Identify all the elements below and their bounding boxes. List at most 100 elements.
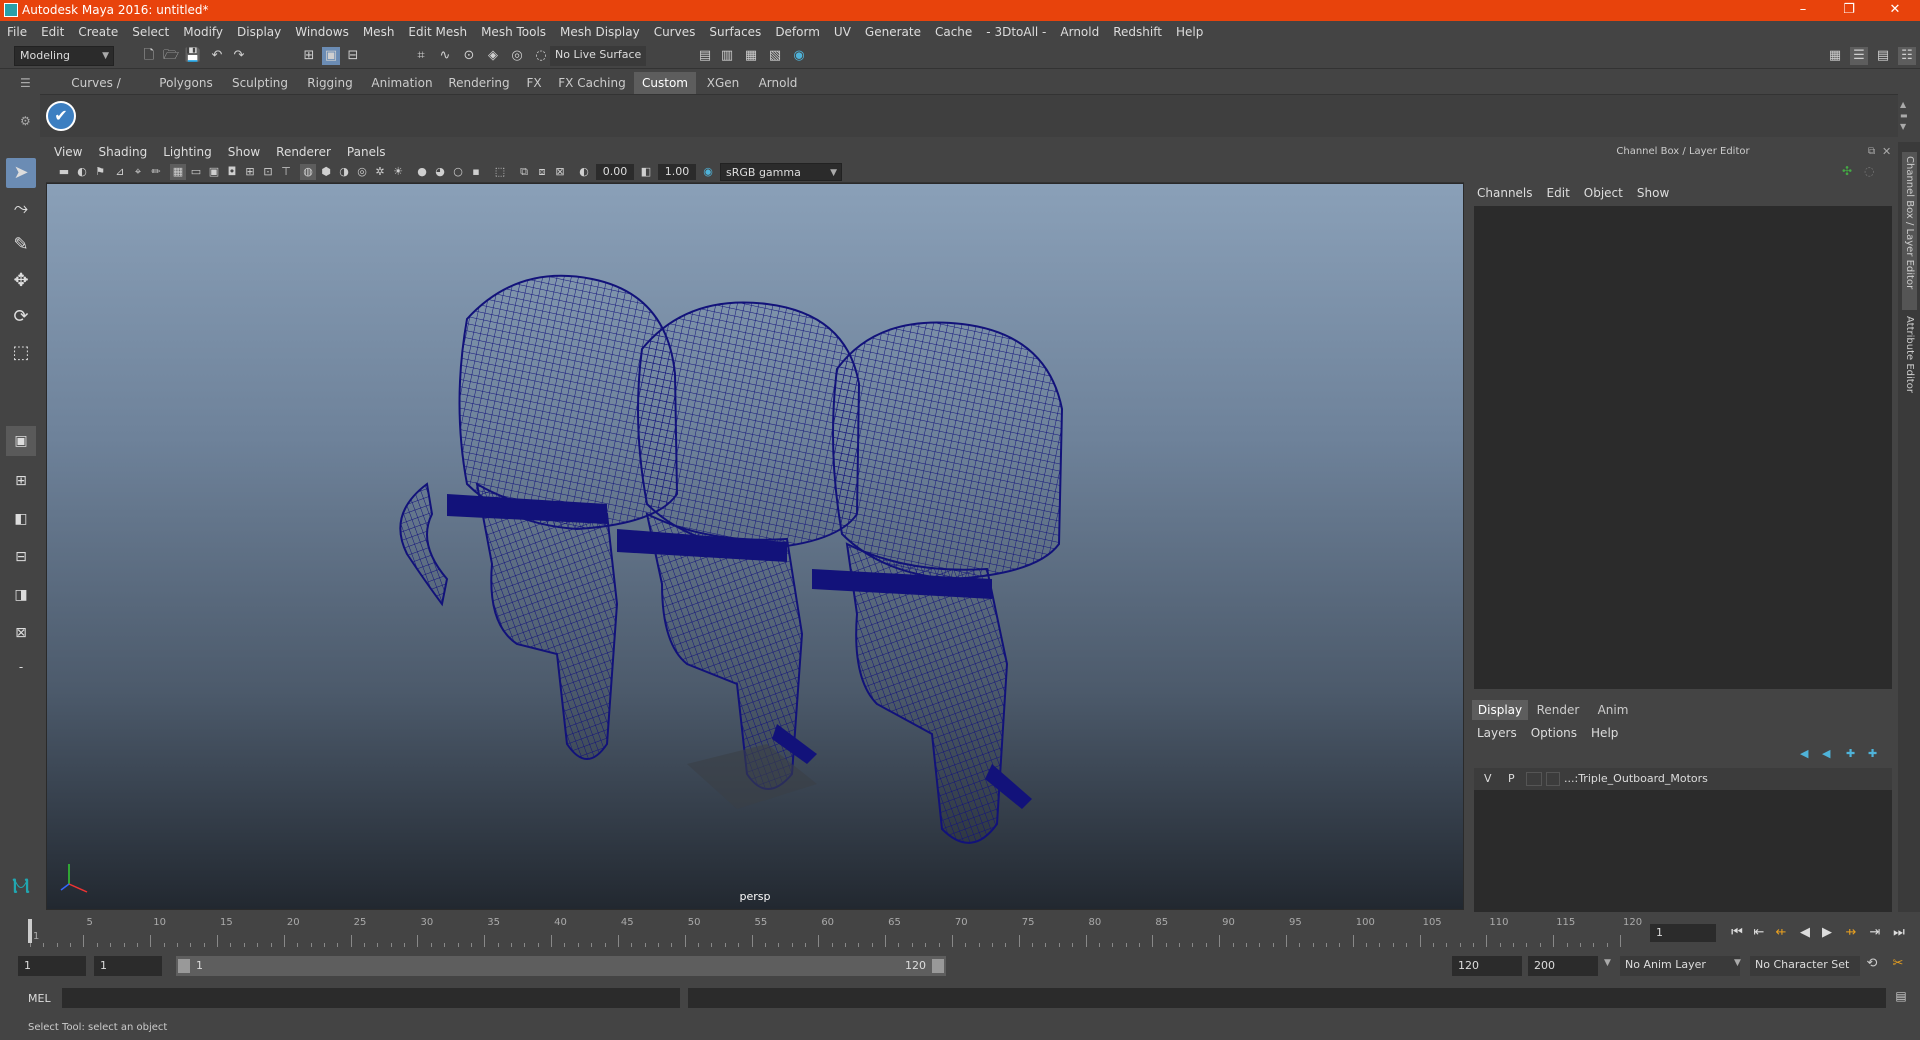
menu-edit-mesh[interactable]: Edit Mesh [401, 21, 474, 43]
outliner-layout-icon[interactable]: ⊠ [6, 618, 36, 648]
snap-view-plane-icon[interactable]: ◈ [484, 47, 502, 65]
motion-blur-icon[interactable]: ◕ [432, 164, 448, 180]
save-scene-icon[interactable]: 💾 [184, 47, 202, 65]
channels-menu[interactable]: Channels [1470, 182, 1540, 204]
modeling-toolkit-icon[interactable]: ☰ [1850, 47, 1868, 65]
snap-curve-icon[interactable]: ∿ [436, 47, 454, 65]
chevron-down-icon[interactable]: ▼ [1734, 958, 1741, 968]
menu-uv[interactable]: UV [827, 21, 858, 43]
rotate-tool-icon[interactable]: ⟳ [6, 302, 36, 332]
layer-color-swatch[interactable] [1546, 772, 1560, 786]
playback-end-field[interactable]: 120 [1452, 956, 1522, 976]
layer-name[interactable]: ...:Triple_Outboard_Motors [1564, 772, 1708, 785]
layer-visibility-toggle[interactable]: V [1484, 772, 1492, 785]
close-button[interactable]: ✕ [1872, 0, 1918, 21]
restore-button[interactable]: ❐ [1826, 0, 1872, 21]
workspace-icon[interactable]: ▦ [1826, 47, 1844, 65]
layer-playback-toggle[interactable]: P [1508, 772, 1515, 785]
step-forward-key-icon[interactable]: ⇸ [1842, 924, 1860, 942]
color-management-icon[interactable]: ◉ [700, 164, 716, 180]
cb-edit-menu[interactable]: Edit [1540, 182, 1577, 204]
hypershade-icon[interactable]: ◉ [790, 47, 808, 65]
depth-of-field-icon[interactable]: ▪ [468, 164, 484, 180]
select-camera-icon[interactable]: ▬ [56, 164, 72, 180]
xray-icon[interactable]: ⧉ [516, 164, 532, 180]
manipulator-icon[interactable]: ✣ [1842, 164, 1858, 180]
lasso-tool-icon[interactable]: ⤳ [6, 194, 36, 224]
menu-edit[interactable]: Edit [34, 21, 71, 43]
viewport-menu-view[interactable]: View [46, 142, 90, 162]
viewport-menu-panels[interactable]: Panels [339, 142, 394, 162]
playback-start-field[interactable]: 1 [94, 956, 162, 976]
shelf-tab-fx[interactable]: FX [518, 72, 550, 94]
channel-box-side-tab[interactable]: Channel Box / Layer Editor [1902, 152, 1917, 310]
scale-tool-icon[interactable]: ⬚ [6, 338, 36, 368]
current-frame-field[interactable]: 1 [1650, 924, 1716, 942]
viewport-menu-lighting[interactable]: Lighting [155, 142, 220, 162]
menu-arnold[interactable]: Arnold [1053, 21, 1106, 43]
xray-joints-icon[interactable]: ⧈ [534, 164, 550, 180]
use-all-lights-icon[interactable]: ✲ [372, 164, 388, 180]
animation-preferences-icon[interactable]: ✂ [1888, 956, 1908, 976]
command-input[interactable] [62, 988, 680, 1008]
render-frame-icon[interactable]: ▥ [718, 47, 736, 65]
four-view-layout-icon[interactable]: ⊞ [6, 466, 36, 496]
anim-layer-dropdown[interactable]: No Anim Layer [1620, 956, 1740, 976]
new-layer-selected-icon[interactable]: ✚ [1868, 747, 1877, 760]
chevron-down-icon[interactable]: ▼ [1604, 958, 1611, 968]
viewport-persp[interactable]: persp [46, 183, 1464, 910]
safe-title-icon[interactable]: ⊤ [278, 164, 294, 180]
move-tool-icon[interactable]: ✥ [6, 266, 36, 296]
range-slider[interactable]: 1 120 [176, 956, 946, 976]
shelf-tab-arnold[interactable]: Arnold [750, 72, 806, 94]
viewport-menu-renderer[interactable]: Renderer [268, 142, 339, 162]
menu-surfaces[interactable]: Surfaces [702, 21, 768, 43]
menu-curves[interactable]: Curves [647, 21, 703, 43]
menu-mesh[interactable]: Mesh [356, 21, 402, 43]
range-start-handle[interactable] [178, 959, 190, 973]
safe-action-icon[interactable]: ⊡ [260, 164, 276, 180]
viewport-menu-show[interactable]: Show [220, 142, 268, 162]
shelf-tab-sculpting[interactable]: Sculpting [224, 72, 296, 94]
shelf-tab-xgen[interactable]: XGen [698, 72, 748, 94]
persp-hypershade-layout-icon[interactable]: ◨ [6, 580, 36, 610]
layer-display-type-toggle[interactable] [1526, 772, 1542, 786]
persp-graph-layout-icon[interactable]: ⊟ [6, 542, 36, 572]
menu-select[interactable]: Select [125, 21, 176, 43]
gate-mask-icon[interactable]: ◘ [224, 164, 240, 180]
menu-generate[interactable]: Generate [858, 21, 928, 43]
float-panel-icon[interactable]: ⧉ [1868, 146, 1875, 157]
wireframe-on-shaded-icon[interactable]: ◑ [336, 164, 352, 180]
viewport-menu-shading[interactable]: Shading [90, 142, 155, 162]
field-chart-icon[interactable]: ⊞ [242, 164, 258, 180]
select-tool-icon[interactable]: ➤ [6, 158, 36, 188]
layers-menu[interactable]: Layers [1470, 722, 1524, 744]
grease-pencil-icon[interactable]: ✏ [148, 164, 164, 180]
menu-display[interactable]: Display [230, 21, 288, 43]
camera-attributes-icon[interactable]: ◐ [74, 164, 90, 180]
gamma-icon[interactable]: ◧ [638, 164, 654, 180]
play-backwards-icon[interactable]: ◀ [1796, 924, 1814, 942]
undo-icon[interactable]: ↶ [208, 47, 226, 65]
exposure-icon[interactable]: ◐ [576, 164, 592, 180]
live-surface-field[interactable]: No Live Surface [550, 46, 646, 66]
new-scene-icon[interactable]: 🗋 [140, 47, 158, 65]
script-editor-icon[interactable]: ▤ [1892, 989, 1910, 1007]
menu-modify[interactable]: Modify [176, 21, 230, 43]
menu-mesh-tools[interactable]: Mesh Tools [474, 21, 553, 43]
resolution-gate-icon[interactable]: ▣ [206, 164, 222, 180]
speed-icon[interactable]: ◌ [1864, 164, 1880, 180]
shadows-icon[interactable]: ☀ [390, 164, 406, 180]
menu-file[interactable]: File [0, 21, 34, 43]
menu-help[interactable]: Help [1169, 21, 1210, 43]
snap-grid-icon[interactable]: ⌗ [412, 47, 430, 65]
attribute-editor-toggle-icon[interactable]: ▤ [1874, 47, 1892, 65]
layout-options-icon[interactable]: - [6, 652, 36, 682]
menu-create[interactable]: Create [71, 21, 125, 43]
textured-icon[interactable]: ◎ [354, 164, 370, 180]
animation-start-field[interactable]: 1 [18, 956, 86, 976]
object-menu[interactable]: Object [1577, 182, 1630, 204]
go-to-start-icon[interactable]: ⏮ [1728, 924, 1746, 942]
new-layer-icon[interactable]: ✚ [1846, 747, 1855, 760]
animation-end-field[interactable]: 200 [1528, 956, 1598, 976]
